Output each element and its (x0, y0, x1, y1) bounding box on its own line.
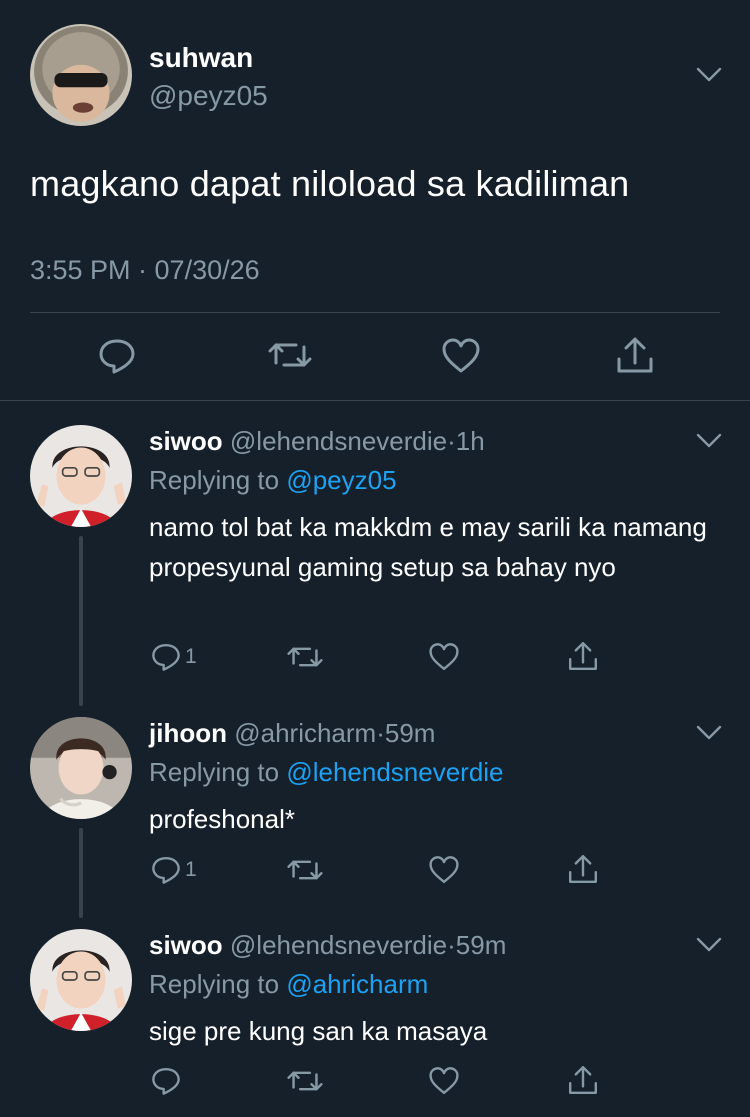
share-button[interactable] (567, 640, 599, 672)
like-button[interactable] (428, 855, 460, 885)
handle[interactable]: @lehendsneverdie (230, 426, 447, 456)
display-name[interactable]: suhwan (149, 42, 253, 74)
reply-count: 1 (185, 645, 197, 668)
retweet-button[interactable] (287, 642, 323, 672)
handle[interactable]: @peyz05 (149, 80, 268, 112)
chevron-down-icon[interactable] (696, 725, 722, 741)
share-button[interactable] (567, 853, 599, 885)
share-icon (567, 640, 599, 672)
reply-icon (150, 642, 182, 672)
separator: · (376, 718, 385, 748)
like-icon (428, 642, 460, 672)
chevron-down-icon[interactable] (696, 67, 722, 83)
divider (30, 312, 720, 313)
reply-button[interactable] (150, 1066, 185, 1096)
retweet-button[interactable] (268, 337, 312, 373)
separator: · (447, 426, 456, 456)
avatar[interactable] (30, 425, 132, 527)
like-button[interactable] (428, 1066, 460, 1096)
reply-icon (97, 337, 137, 375)
avatar[interactable] (30, 929, 132, 1031)
replying-to-label: Replying to (149, 757, 287, 787)
handle[interactable]: @ahricharm (234, 718, 376, 748)
share-button[interactable] (615, 335, 655, 375)
tweet-timestamp[interactable]: 3:55 PM · 07/30/26 (30, 255, 260, 286)
main-tweet: suhwan @peyz05 magkano dapat niloload sa… (0, 0, 750, 400)
share-button[interactable] (567, 1064, 599, 1096)
replying-to-label: Replying to (149, 969, 287, 999)
replying-to-label: Replying to (149, 465, 287, 495)
mention-link[interactable]: @lehendsneverdie (286, 757, 503, 787)
tweet-text: namo tol bat ka makkdm e may sarili ka n… (149, 512, 707, 582)
tweet-time[interactable]: 59m (385, 718, 436, 748)
tweet-text: magkano dapat niloload sa kadiliman (30, 163, 630, 204)
like-button[interactable] (441, 337, 481, 375)
reply-header: siwoo @lehendsneverdie·1h (149, 426, 485, 457)
tweet-text: sige pre kung san ka masaya (149, 1016, 488, 1046)
display-name[interactable]: jihoon (149, 718, 227, 748)
retweet-icon (287, 1066, 323, 1096)
chevron-down-icon[interactable] (696, 433, 722, 449)
chevron-down-icon[interactable] (696, 937, 722, 953)
reply-button[interactable]: 1 (150, 855, 197, 885)
reply-button[interactable] (97, 337, 137, 375)
avatar[interactable] (30, 717, 132, 819)
tweet-time[interactable]: 1h (456, 426, 485, 456)
separator: · (447, 930, 456, 960)
share-icon (567, 1064, 599, 1096)
tweet-text: profeshonal* (149, 804, 295, 834)
reply-tweet: siwoo @lehendsneverdie·59m Replying to @… (0, 929, 750, 1117)
like-button[interactable] (428, 642, 460, 672)
tweet-time[interactable]: 59m (456, 930, 507, 960)
handle[interactable]: @lehendsneverdie (230, 930, 447, 960)
retweet-button[interactable] (287, 855, 323, 885)
reply-header: siwoo @lehendsneverdie·59m (149, 930, 506, 961)
replying-to: Replying to @lehendsneverdie (149, 757, 504, 788)
reply-count: 1 (185, 858, 197, 881)
retweet-icon (268, 337, 312, 373)
mention-link[interactable]: @ahricharm (286, 969, 428, 999)
retweet-icon (287, 855, 323, 885)
like-icon (441, 337, 481, 375)
replying-to: Replying to @ahricharm (149, 969, 428, 1000)
retweet-button[interactable] (287, 1066, 323, 1096)
display-name[interactable]: siwoo (149, 930, 223, 960)
like-icon (428, 855, 460, 885)
reply-button[interactable]: 1 (150, 642, 197, 672)
like-icon (428, 1066, 460, 1096)
reply-tweet: jihoon @ahricharm·59m Replying to @lehen… (0, 717, 750, 917)
divider (0, 400, 750, 401)
share-icon (567, 853, 599, 885)
reply-icon (150, 1066, 182, 1096)
share-icon (615, 335, 655, 375)
avatar[interactable] (30, 24, 132, 126)
retweet-icon (287, 642, 323, 672)
reply-icon (150, 855, 182, 885)
replying-to: Replying to @peyz05 (149, 465, 397, 496)
mention-link[interactable]: @peyz05 (286, 465, 396, 495)
reply-tweet: siwoo @lehendsneverdie·1h Replying to @p… (0, 425, 750, 685)
display-name[interactable]: siwoo (149, 426, 223, 456)
reply-header: jihoon @ahricharm·59m (149, 718, 435, 749)
